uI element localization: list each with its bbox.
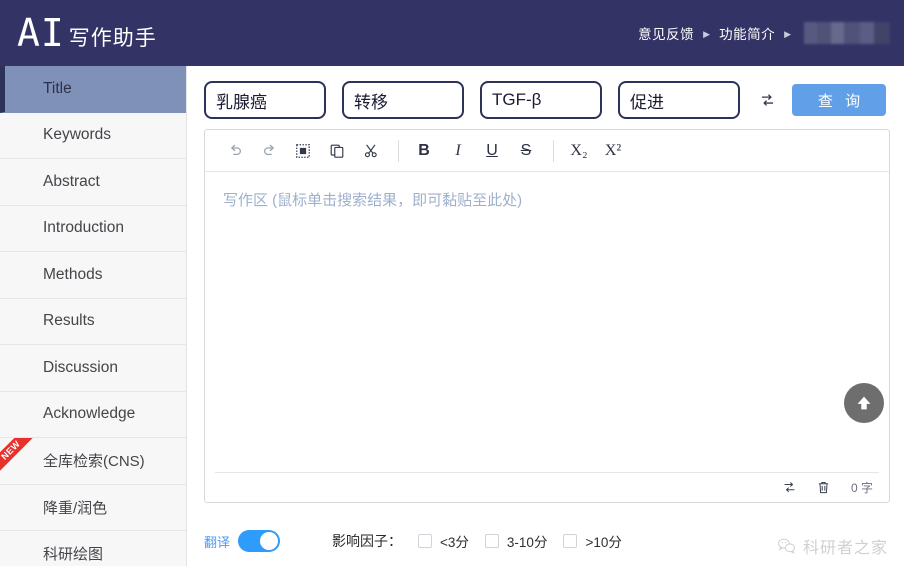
trash-icon[interactable] (811, 477, 837, 499)
sidebar-item-title[interactable]: Title (0, 66, 186, 113)
sidebar-item-acknowledge[interactable]: Acknowledge (0, 391, 186, 438)
sidebar-item-label: 科研绘图 (43, 546, 104, 564)
checkbox[interactable] (484, 534, 499, 548)
sidebar-item-introduction[interactable]: Introduction (0, 205, 186, 252)
bold-glyph: B (418, 141, 430, 159)
checkbox[interactable] (563, 534, 578, 548)
sidebar-item-rewrite-polish[interactable]: 降重/润色 (0, 484, 186, 531)
sidebar-item-label: Results (43, 312, 95, 330)
italic-button[interactable]: I (443, 137, 473, 165)
sidebar-item-label: Acknowledge (43, 405, 136, 423)
filter-label: >10分 (585, 535, 622, 550)
editor-footer: 0 字 (215, 472, 879, 502)
translate-toggle[interactable] (238, 530, 281, 552)
editor-toolbar: B I U S X₂ X² (205, 130, 889, 172)
filter-label: 3-10分 (506, 535, 548, 550)
nav-feedback[interactable]: 意见反馈 (638, 23, 694, 43)
superscript-button[interactable]: X² (598, 137, 628, 165)
nav-features[interactable]: 功能简介 (719, 23, 775, 43)
user-account-redacted[interactable] (804, 22, 890, 44)
sidebar-item-label: 降重/润色 (43, 499, 108, 517)
chevron-right-icon: ▶ (703, 28, 711, 39)
brand-subtitle: 写作助手 (68, 27, 157, 50)
filter-over-10[interactable]: >10分 (563, 531, 622, 551)
chevron-right-icon: ▶ (784, 28, 791, 39)
bottom-bar: 翻译 影响因子： <3分 3-10分 >10分 (204, 524, 894, 558)
sidebar-item-label: Abstract (43, 172, 100, 190)
translate-label: 翻译 (204, 534, 231, 550)
sidebar-item-label: Title (43, 79, 72, 97)
sidebar-item-label: Discussion (43, 358, 118, 376)
sidebar-item-keywords[interactable]: Keywords (0, 112, 186, 159)
writing-area[interactable]: 写作区 (鼠标单击搜索结果，即可黏贴至此处) (205, 173, 889, 471)
underline-button[interactable]: U (477, 137, 507, 165)
select-all-icon[interactable] (288, 137, 318, 165)
sidebar-item-label: Keywords (43, 126, 112, 144)
sidebar-item-full-database-search[interactable]: NEW 全库检索(CNS) (0, 438, 186, 485)
query-input-1[interactable] (204, 81, 326, 119)
sidebar-item-abstract[interactable]: Abstract (0, 159, 186, 206)
search-button[interactable]: 查 询 (792, 84, 886, 116)
word-count: 0 字 (850, 481, 873, 495)
filter-label: <3分 (440, 535, 469, 550)
new-badge: NEW (0, 438, 38, 478)
query-input-2[interactable] (342, 81, 464, 119)
refresh-icon[interactable] (777, 477, 803, 499)
copy-icon[interactable] (322, 137, 352, 165)
impact-factor-label: 影响因子： (332, 533, 403, 549)
toolbar-divider-2 (553, 139, 554, 162)
app-header: AI 写作助手 意见反馈 ▶ 功能简介 ▶ (0, 0, 904, 66)
sidebar: Title Keywords Abstract Introduction Met… (0, 66, 187, 566)
filter-under-3[interactable]: <3分 (418, 531, 469, 551)
sidebar-item-research-figures[interactable]: 科研绘图 (0, 531, 186, 566)
app-root: AI 写作助手 意见反馈 ▶ 功能简介 ▶ Title Keywords Abs… (0, 0, 904, 566)
brand-logo: AI 写作助手 (17, 14, 157, 52)
subscript-glyph: X₂ (570, 141, 588, 159)
checkbox[interactable] (418, 534, 433, 548)
strikethrough-button[interactable]: S (511, 137, 541, 165)
query-row: 查 询 (188, 66, 904, 119)
query-input-4[interactable] (618, 81, 740, 119)
brand-ai-text: AI (17, 11, 65, 55)
bold-button[interactable]: B (409, 137, 439, 165)
toggle-knob (260, 532, 279, 550)
sidebar-item-methods[interactable]: Methods (0, 252, 186, 299)
header-nav: 意见反馈 ▶ 功能简介 ▶ (638, 22, 890, 44)
sidebar-item-label: 全库检索(CNS) (43, 453, 145, 471)
refresh-icon[interactable] (756, 88, 778, 112)
main-panel: 查 询 (188, 66, 904, 566)
cut-icon[interactable] (356, 137, 386, 165)
scroll-to-top-button[interactable] (844, 383, 884, 423)
arrow-up-icon (857, 396, 871, 410)
strikethrough-glyph: S (520, 141, 532, 159)
toolbar-divider-1 (398, 139, 399, 162)
subscript-button[interactable]: X₂ (564, 137, 594, 165)
filter-3-to-10[interactable]: 3-10分 (484, 531, 548, 551)
sidebar-item-results[interactable]: Results (0, 298, 186, 345)
sidebar-item-label: Methods (43, 265, 103, 283)
sidebar-item-discussion[interactable]: Discussion (0, 345, 186, 392)
query-input-3[interactable] (480, 81, 602, 119)
sidebar-item-label: Introduction (43, 219, 124, 237)
italic-glyph: I (455, 141, 461, 159)
underline-glyph: U (486, 141, 498, 159)
redo-icon[interactable] (254, 137, 284, 165)
undo-icon[interactable] (220, 137, 250, 165)
superscript-glyph: X² (604, 141, 622, 159)
editor-container: B I U S X₂ X² 写作区 (鼠标单击搜索结果，即可黏贴至此处) 0 字 (204, 129, 890, 503)
